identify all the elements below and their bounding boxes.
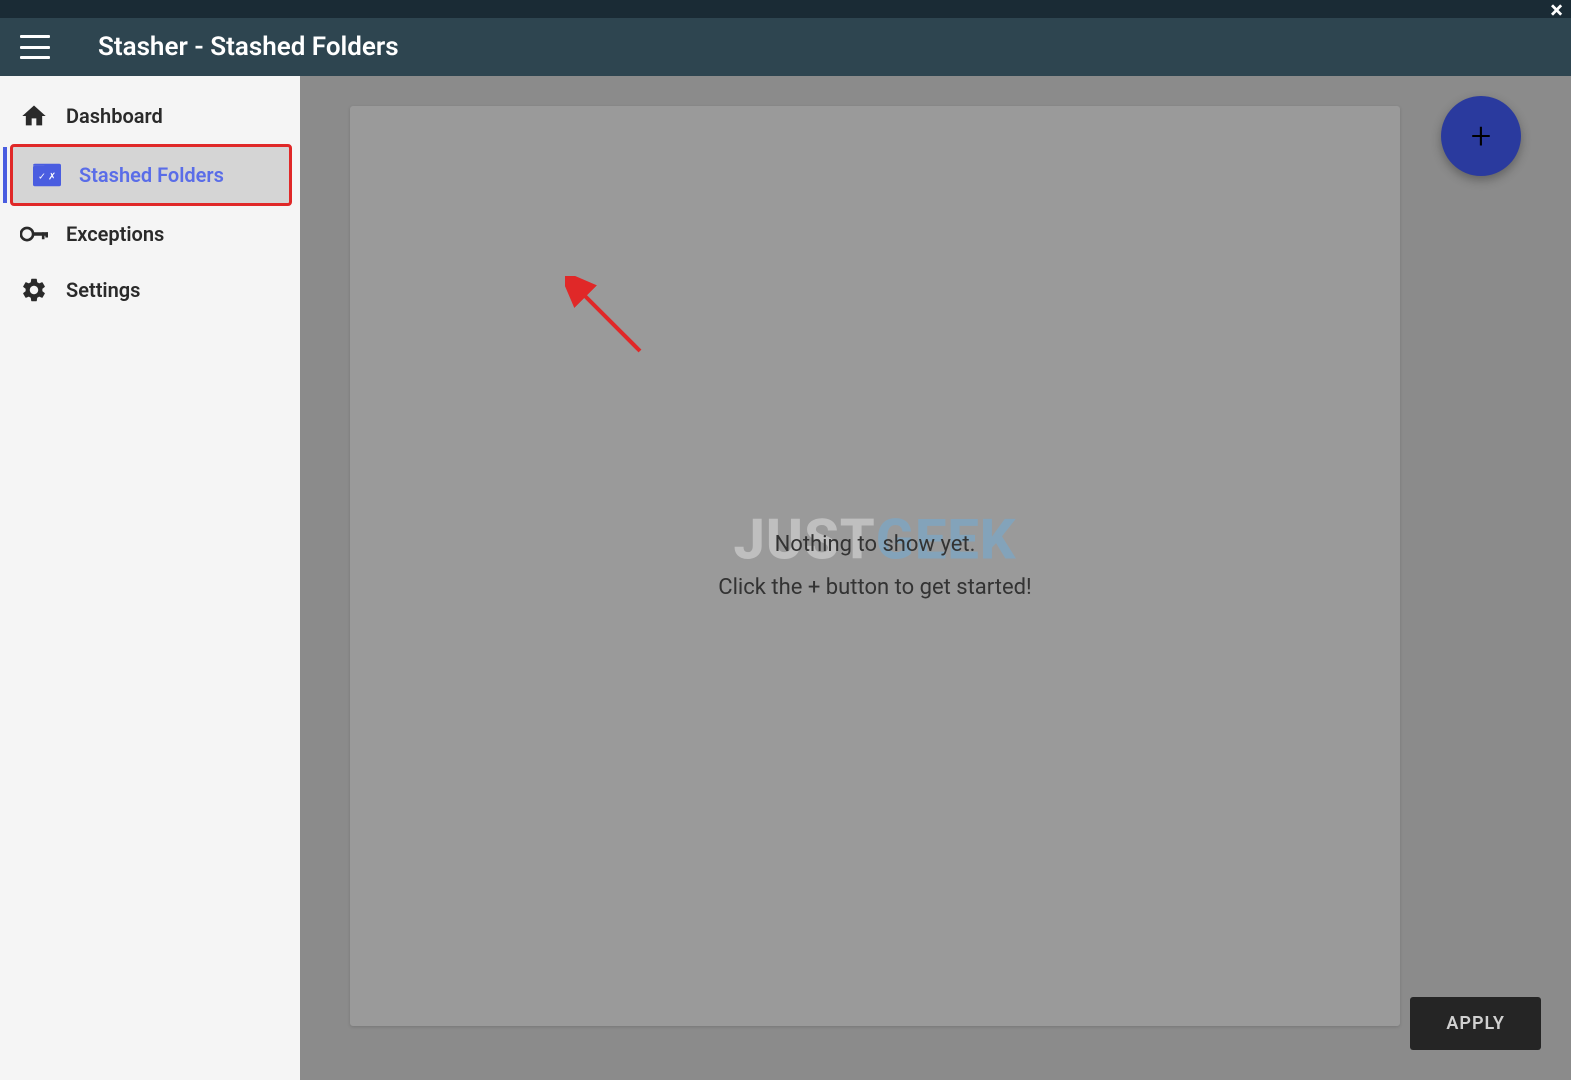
sidebar-item-label: Exceptions: [66, 222, 164, 246]
content-area: JUST GEEK Nothing to show yet. Click the…: [300, 76, 1571, 1080]
app-header: Stasher - Stashed Folders: [0, 18, 1571, 76]
gear-icon: [20, 276, 48, 304]
app-title: Stasher - Stashed Folders: [98, 32, 399, 62]
window-titlebar: ×: [0, 0, 1571, 18]
content-card: JUST GEEK Nothing to show yet. Click the…: [350, 106, 1400, 1026]
folder-check-icon: ✓ ✗: [33, 161, 61, 189]
main-layout: Dashboard ✓ ✗ Stashed Folders: [0, 76, 1571, 1080]
sidebar: Dashboard ✓ ✗ Stashed Folders: [0, 76, 300, 1080]
sidebar-item-exceptions[interactable]: Exceptions: [0, 206, 300, 262]
sidebar-item-stashed-folders[interactable]: ✓ ✗ Stashed Folders: [10, 144, 292, 206]
sidebar-item-settings[interactable]: Settings: [0, 262, 300, 318]
home-icon: [20, 102, 48, 130]
empty-state-title: Nothing to show yet.: [775, 532, 976, 557]
empty-state-subtitle: Click the + button to get started!: [718, 575, 1031, 600]
sidebar-item-label: Dashboard: [66, 104, 163, 128]
sidebar-item-dashboard[interactable]: Dashboard: [0, 88, 300, 144]
sidebar-item-label: Settings: [66, 278, 140, 302]
sidebar-item-label: Stashed Folders: [79, 163, 224, 187]
plus-icon: +: [1471, 115, 1491, 157]
svg-text:✓ ✗: ✓ ✗: [38, 172, 56, 183]
close-icon[interactable]: ×: [1550, 0, 1563, 24]
key-icon: [20, 220, 48, 248]
add-button[interactable]: +: [1441, 96, 1521, 176]
hamburger-menu-button[interactable]: [20, 35, 50, 59]
apply-button[interactable]: APPLY: [1410, 997, 1541, 1050]
